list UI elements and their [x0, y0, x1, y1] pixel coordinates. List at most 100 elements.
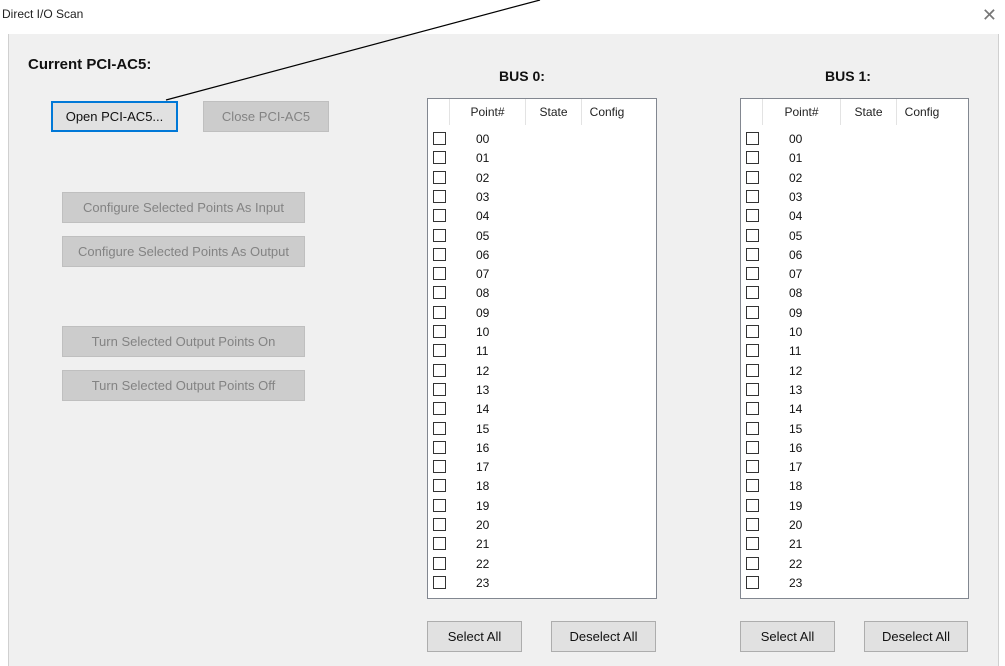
bus1-point-checkbox[interactable]: [746, 132, 759, 145]
bus0-point-checkbox[interactable]: [433, 363, 446, 377]
bus1-point-checkbox[interactable]: [746, 325, 759, 338]
bus1-row[interactable]: 17: [741, 459, 968, 475]
bus0-point-checkbox[interactable]: [433, 247, 446, 261]
close-pci-ac5-button[interactable]: Close PCI-AC5: [203, 101, 329, 132]
bus1-row[interactable]: 16: [741, 440, 968, 456]
configure-output-button[interactable]: Configure Selected Points As Output: [62, 236, 305, 267]
bus0-row[interactable]: 20: [428, 517, 656, 533]
bus1-row[interactable]: 02: [741, 170, 968, 186]
bus1-row[interactable]: 09: [741, 305, 968, 321]
bus0-row[interactable]: 13: [428, 382, 656, 398]
bus1-row[interactable]: 10: [741, 324, 968, 340]
bus0-select-all-button[interactable]: Select All: [427, 621, 522, 652]
bus0-point-checkbox[interactable]: [433, 537, 446, 551]
bus0-row[interactable]: 05: [428, 228, 656, 244]
bus0-point-checkbox[interactable]: [433, 402, 446, 416]
bus1-row[interactable]: 15: [741, 421, 968, 437]
bus0-point-checkbox[interactable]: [433, 228, 446, 242]
bus1-row[interactable]: 13: [741, 382, 968, 398]
bus1-point-checkbox[interactable]: [746, 363, 759, 377]
bus0-point-checkbox[interactable]: [433, 286, 446, 300]
bus0-header-config[interactable]: Config: [582, 99, 632, 125]
bus1-point-checkbox[interactable]: [746, 575, 759, 589]
bus1-header-state[interactable]: State: [841, 99, 897, 125]
bus0-point-checkbox[interactable]: [433, 170, 446, 184]
bus0-row[interactable]: 07: [428, 266, 656, 282]
bus0-point-checkbox[interactable]: [433, 305, 446, 319]
bus0-row[interactable]: 04: [428, 208, 656, 224]
bus0-point-checkbox[interactable]: [433, 209, 446, 223]
bus0-row[interactable]: 23: [428, 575, 656, 591]
bus0-point-checkbox[interactable]: [433, 460, 446, 474]
bus0-row[interactable]: 21: [428, 536, 656, 552]
bus0-row[interactable]: 10: [428, 324, 656, 340]
bus1-point-checkbox[interactable]: [746, 421, 759, 435]
bus1-point-checkbox[interactable]: [746, 498, 759, 512]
bus0-row[interactable]: 02: [428, 170, 656, 186]
bus1-point-checkbox[interactable]: [746, 537, 759, 551]
turn-output-on-button[interactable]: Turn Selected Output Points On: [62, 326, 305, 357]
bus0-row[interactable]: 06: [428, 247, 656, 263]
bus0-row[interactable]: 19: [428, 498, 656, 514]
bus1-point-checkbox[interactable]: [746, 267, 759, 281]
bus1-row[interactable]: 08: [741, 285, 968, 301]
bus1-point-checkbox[interactable]: [746, 305, 759, 319]
bus1-row[interactable]: 01: [741, 150, 968, 166]
bus0-point-checkbox[interactable]: [433, 382, 446, 396]
bus1-row[interactable]: 11: [741, 343, 968, 359]
bus1-row[interactable]: 23: [741, 575, 968, 591]
bus1-point-checkbox[interactable]: [746, 460, 759, 474]
bus1-point-checkbox[interactable]: [746, 344, 759, 358]
bus1-header-config[interactable]: Config: [897, 99, 947, 125]
bus0-point-checkbox[interactable]: [433, 440, 446, 454]
bus0-row[interactable]: 18: [428, 478, 656, 494]
bus0-row[interactable]: 15: [428, 421, 656, 437]
bus1-row[interactable]: 22: [741, 556, 968, 572]
bus1-row[interactable]: 18: [741, 478, 968, 494]
bus0-point-checkbox[interactable]: [433, 132, 446, 145]
bus1-point-list[interactable]: Point# State Config 00 01 02 03 04 05 06 07 08 09…: [740, 98, 969, 599]
bus0-header-state[interactable]: State: [526, 99, 582, 125]
bus1-point-checkbox[interactable]: [746, 402, 759, 416]
turn-output-off-button[interactable]: Turn Selected Output Points Off: [62, 370, 305, 401]
bus0-point-checkbox[interactable]: [433, 344, 446, 358]
bus1-row[interactable]: 20: [741, 517, 968, 533]
bus0-row[interactable]: 14: [428, 401, 656, 417]
bus1-row[interactable]: 03: [741, 189, 968, 205]
bus1-row[interactable]: 07: [741, 266, 968, 282]
bus1-row[interactable]: 14: [741, 401, 968, 417]
bus0-point-checkbox[interactable]: [433, 189, 446, 203]
bus0-point-checkbox[interactable]: [433, 575, 446, 589]
bus0-row[interactable]: 12: [428, 363, 656, 379]
bus1-point-checkbox[interactable]: [746, 440, 759, 454]
bus1-row[interactable]: 19: [741, 498, 968, 514]
bus1-point-checkbox[interactable]: [746, 209, 759, 223]
bus0-point-checkbox[interactable]: [433, 556, 446, 570]
bus0-row[interactable]: 09: [428, 305, 656, 321]
bus1-point-checkbox[interactable]: [746, 479, 759, 493]
bus1-point-checkbox[interactable]: [746, 556, 759, 570]
bus0-row[interactable]: 03: [428, 189, 656, 205]
bus0-row[interactable]: 16: [428, 440, 656, 456]
bus1-point-checkbox[interactable]: [746, 151, 759, 165]
bus0-header-point[interactable]: Point#: [450, 99, 526, 125]
bus1-row[interactable]: 00: [741, 131, 968, 147]
bus0-point-list[interactable]: Point# State Config 00 01 02 03 04 05 06 07 08 09…: [427, 98, 657, 599]
bus1-row[interactable]: 06: [741, 247, 968, 263]
bus1-point-checkbox[interactable]: [746, 518, 759, 531]
bus1-row[interactable]: 04: [741, 208, 968, 224]
bus0-point-checkbox[interactable]: [433, 325, 446, 338]
bus1-deselect-all-button[interactable]: Deselect All: [864, 621, 968, 652]
bus1-point-checkbox[interactable]: [746, 170, 759, 184]
close-icon[interactable]: ✕: [982, 5, 997, 25]
bus0-point-checkbox[interactable]: [433, 498, 446, 512]
bus0-point-checkbox[interactable]: [433, 518, 446, 531]
bus1-header-point[interactable]: Point#: [763, 99, 841, 125]
bus0-row[interactable]: 00: [428, 131, 656, 147]
bus1-point-checkbox[interactable]: [746, 382, 759, 396]
bus1-row[interactable]: 05: [741, 228, 968, 244]
bus1-point-checkbox[interactable]: [746, 286, 759, 300]
bus0-point-checkbox[interactable]: [433, 267, 446, 281]
bus0-row[interactable]: 08: [428, 285, 656, 301]
bus1-point-checkbox[interactable]: [746, 189, 759, 203]
